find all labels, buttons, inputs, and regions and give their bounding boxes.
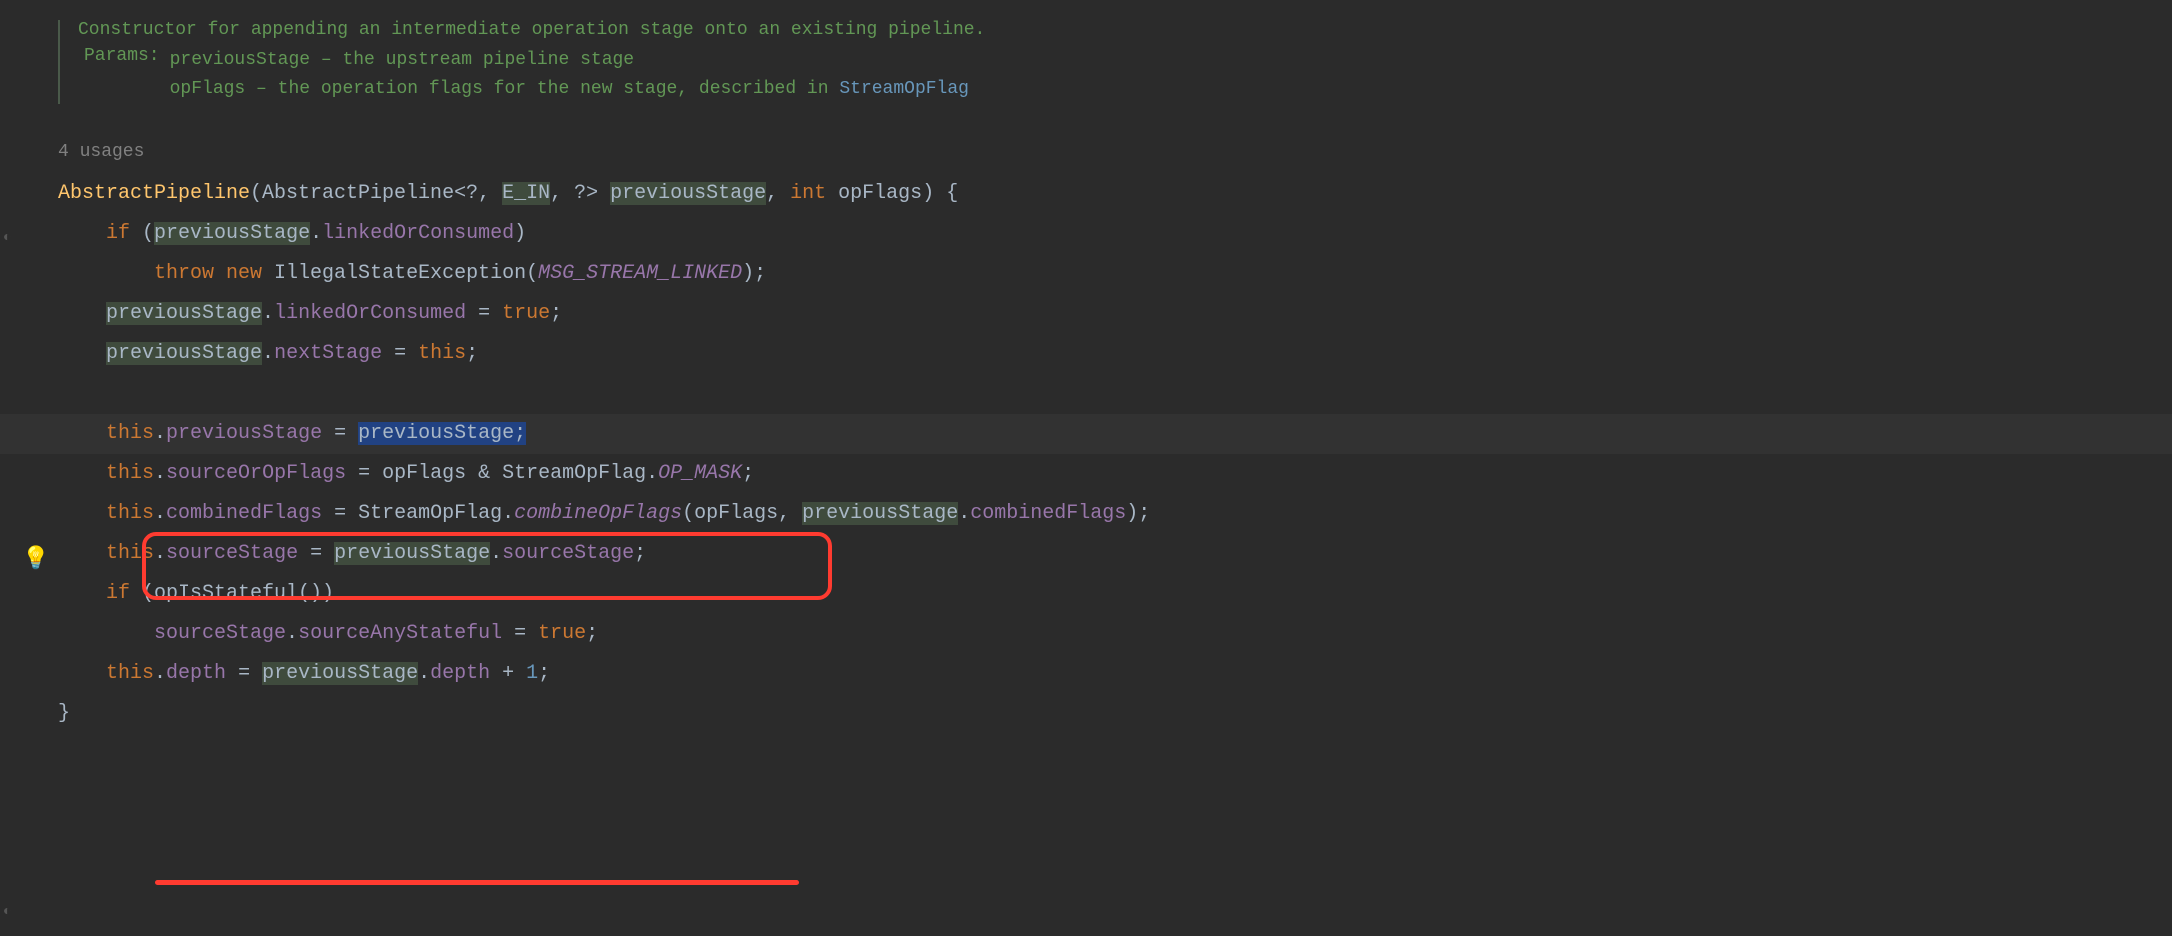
code-block[interactable]: AbstractPipeline(AbstractPipeline<?, E_I… [58,174,2172,734]
intention-bulb-icon[interactable]: 💡 [22,546,49,572]
javadoc-params-label: Params: [78,46,160,66]
usages-hint[interactable]: 4 usages [58,142,2172,162]
param-previousStage: previousStage [610,182,766,205]
type-param: E_IN [502,182,550,205]
editor-content[interactable]: Constructor for appending an intermediat… [58,0,2172,734]
javadoc-description: Constructor for appending an intermediat… [78,20,985,40]
selected-text[interactable]: previousStage; [358,422,526,445]
gutter-method-icon[interactable]: ◐ [3,230,11,246]
gutter-override-icon[interactable]: ◐ [3,904,11,920]
constant-msg-stream-linked: MSG_STREAM_LINKED [538,262,742,285]
gutter: 💡 ◐ ◐ [0,0,58,936]
code-editor[interactable]: 💡 ◐ ◐ Constructor for appending an inter… [0,0,2172,936]
method-name: AbstractPipeline [58,182,250,205]
param-opFlags: opFlags [838,182,922,205]
annotation-red-underline [155,880,799,885]
javadoc-param-2: opFlags – the operation flags for the ne… [170,75,969,104]
javadoc-param-1: previousStage – the upstream pipeline st… [170,46,969,75]
javadoc-block: Constructor for appending an intermediat… [58,20,985,104]
javadoc-link[interactable]: StreamOpFlag [839,79,969,99]
current-line[interactable]: this.previousStage = previousStage; [0,414,2172,454]
